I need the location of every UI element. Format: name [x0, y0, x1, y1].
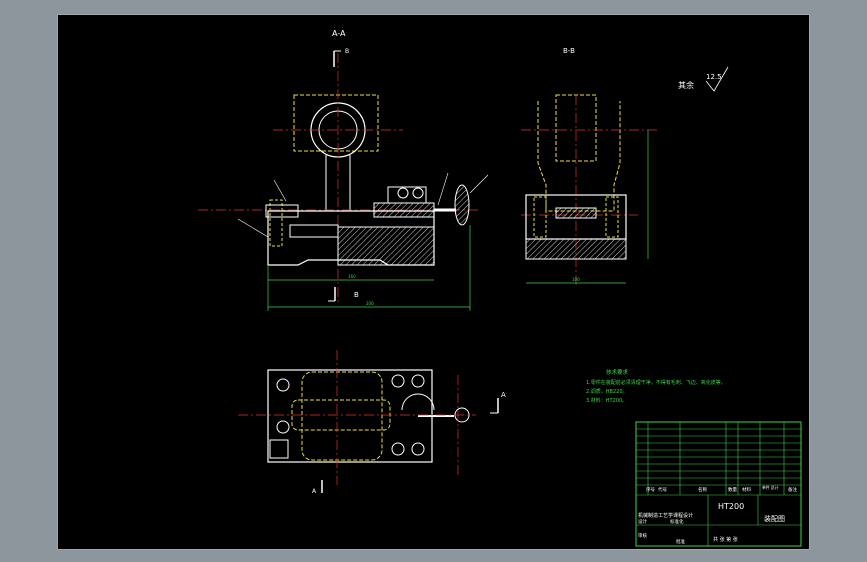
cut-a-right-label: A [501, 391, 506, 399]
col-qty: 数量 [728, 486, 737, 493]
sheet-count: 共 张 第 张 [713, 536, 738, 543]
col-item: 序号 [646, 486, 655, 493]
cut-a-bottom-label: A [312, 488, 317, 495]
designer-label: 设计 [638, 518, 647, 525]
technical-requirements: 技术要求 1.零件在装配前必须清理干净，不得有毛刺、飞边、氧化皮等。 2.调质，… [586, 368, 726, 404]
company-name: 机械制造工艺学课程设计 [638, 512, 693, 519]
tech-req-item-2: 2.调质，HB220。 [586, 388, 628, 395]
section-aa-label: A-A [332, 29, 346, 38]
col-code: 代号 [658, 486, 667, 493]
tech-req-item-3: 3.材料：HT200。 [586, 397, 627, 404]
title-block: 序号 代号 名称 数量 材料 单件 总计 备注 HT200 装配图 机械制造工艺… [635, 421, 802, 547]
svg-text:100: 100 [572, 277, 580, 282]
drawing-svg: A-A B 160 200 B B-B 100 其余 12.5 A A 技术要求… [198, 29, 802, 547]
top-base-outline [267, 369, 433, 463]
drawing-name: 装配图 [764, 514, 785, 523]
section-aa-view: A-A B 160 200 B [198, 29, 489, 311]
cut-b-top-label: B [345, 48, 349, 55]
svg-text:200: 200 [366, 301, 374, 306]
col-weight: 单件 总计 [762, 485, 779, 490]
svg-text:160: 160 [348, 274, 356, 279]
col-material: 材料 [742, 486, 751, 493]
base-hatch-section [337, 226, 435, 266]
top-view: A A [238, 350, 506, 495]
roughness-prefix: 其余 [678, 80, 694, 90]
col-name: 名称 [698, 486, 707, 493]
approve-label: 批准 [676, 538, 685, 545]
right-clamp [373, 202, 435, 218]
left-bolt [269, 199, 283, 247]
drawing-canvas[interactable]: A-A B 160 200 B B-B 100 其余 12.5 A A 技术要求… [57, 14, 810, 550]
roughness-value: 12.5 [706, 73, 722, 81]
section-bb-view: B-B 100 [521, 47, 658, 285]
roughness-note: 其余 12.5 [678, 66, 729, 92]
section-bb-label: B-B [563, 47, 575, 55]
cut-b-bottom-label: B [354, 291, 359, 299]
standard-label: 标准化 [670, 518, 684, 525]
title-block-frame [635, 421, 802, 547]
cad-viewport: A-A B 160 200 B B-B 100 其余 12.5 A A 技术要求… [0, 0, 867, 562]
material-text: HT200 [718, 502, 744, 511]
clamp-handle [454, 184, 470, 226]
tech-req-title: 技术要求 [606, 368, 629, 376]
col-note: 备注 [788, 486, 797, 493]
tech-req-item-1: 1.零件在装配前必须清理干净，不得有毛刺、飞边、氧化皮等。 [586, 379, 726, 386]
checker-label: 审核 [638, 532, 647, 539]
